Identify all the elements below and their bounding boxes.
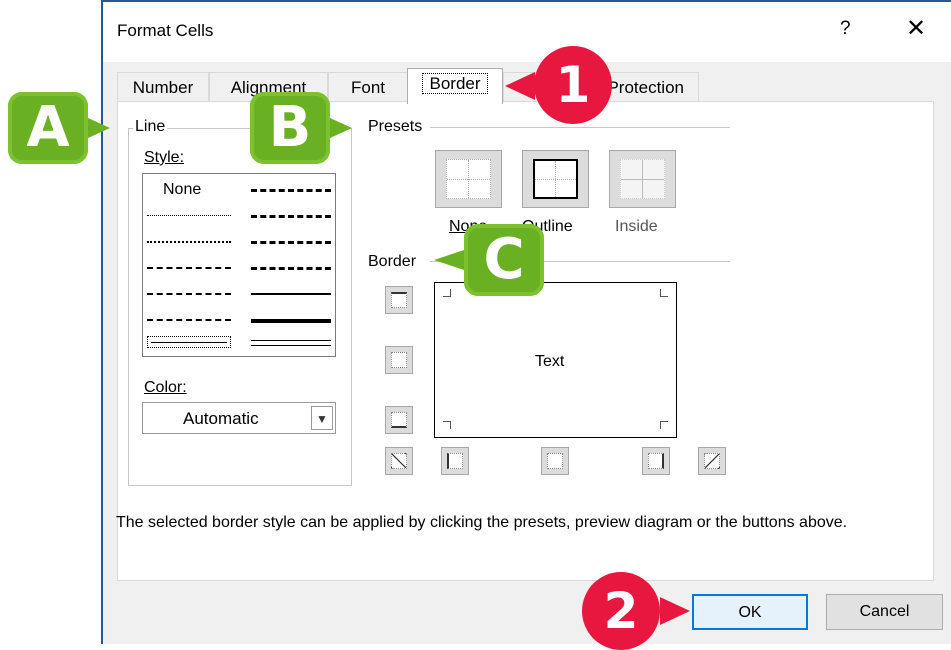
border-preview[interactable]: Text bbox=[434, 282, 677, 438]
corner-mark-tr bbox=[660, 289, 668, 297]
callout-c: C bbox=[464, 224, 544, 296]
preset-outline-button[interactable] bbox=[522, 150, 589, 208]
preview-text: Text bbox=[535, 353, 565, 370]
tab-number[interactable]: Number bbox=[117, 72, 209, 102]
preset-none-button[interactable] bbox=[435, 150, 502, 208]
presets-group-label: Presets bbox=[366, 118, 425, 136]
description-text: The selected border style can be applied… bbox=[116, 514, 848, 531]
style-label: Style: bbox=[144, 149, 185, 166]
corner-mark-tl bbox=[443, 289, 451, 297]
line-style-double[interactable] bbox=[251, 340, 331, 346]
preset-inside-icon bbox=[620, 159, 665, 199]
color-dropdown[interactable]: Automatic ▼ bbox=[142, 402, 336, 434]
border-diagonal-up-button[interactable] bbox=[385, 447, 413, 475]
callout-b: B bbox=[250, 92, 330, 164]
title-bar bbox=[101, 0, 951, 62]
corner-mark-br bbox=[660, 421, 668, 429]
cancel-button[interactable]: Cancel bbox=[826, 594, 943, 630]
line-style-med-dashed[interactable] bbox=[251, 267, 331, 270]
diagonal-down-icon bbox=[704, 453, 720, 469]
preset-none-icon bbox=[446, 159, 491, 199]
border-bottom-button[interactable] bbox=[385, 406, 413, 434]
border-inside-vertical-icon bbox=[547, 453, 563, 469]
border-bottom-icon bbox=[391, 412, 407, 428]
tab-border-label: Border bbox=[422, 73, 488, 94]
callout-1: 1 bbox=[534, 46, 612, 124]
line-style-none[interactable]: None bbox=[163, 181, 201, 199]
line-style-medium[interactable] bbox=[251, 293, 331, 295]
border-middle-button[interactable] bbox=[385, 346, 413, 374]
line-style-hair[interactable] bbox=[147, 215, 231, 216]
line-style-slanted-dash-dot[interactable] bbox=[251, 215, 331, 218]
callout-a-pointer bbox=[88, 118, 110, 138]
ok-button[interactable]: OK bbox=[692, 594, 808, 630]
line-style-dash-dot[interactable] bbox=[147, 293, 231, 295]
presets-divider bbox=[430, 127, 730, 128]
border-top-icon bbox=[391, 292, 407, 308]
callout-c-pointer bbox=[434, 250, 464, 270]
line-style-med-dash-dot-dot[interactable] bbox=[251, 189, 331, 192]
diagonal-up-icon bbox=[391, 453, 407, 469]
line-style-dotted[interactable] bbox=[147, 241, 231, 243]
line-style-dashed[interactable] bbox=[147, 319, 231, 321]
preset-outline-icon bbox=[533, 159, 578, 199]
callout-1-pointer bbox=[505, 72, 535, 100]
border-center-button[interactable] bbox=[541, 447, 569, 475]
line-style-med-dash-dot[interactable] bbox=[251, 241, 331, 244]
line-style-list[interactable]: None bbox=[142, 173, 336, 357]
border-top-button[interactable] bbox=[385, 286, 413, 314]
line-style-dash-dot-dot[interactable] bbox=[147, 267, 231, 269]
chevron-down-icon[interactable]: ▼ bbox=[311, 406, 333, 430]
help-button[interactable]: ? bbox=[840, 18, 851, 40]
preset-inside-label: Inside bbox=[615, 218, 658, 235]
line-style-thin[interactable] bbox=[151, 342, 227, 343]
border-inside-horizontal-icon bbox=[391, 352, 407, 368]
border-right-button[interactable] bbox=[642, 447, 670, 475]
border-left-icon bbox=[447, 453, 463, 469]
dialog-title: Format Cells bbox=[117, 21, 214, 40]
corner-mark-bl bbox=[443, 421, 451, 429]
line-group-label: Line bbox=[133, 118, 168, 136]
color-label: Color: bbox=[144, 379, 187, 396]
callout-2: 2 bbox=[582, 572, 660, 650]
callout-b-pointer bbox=[330, 118, 352, 138]
tab-font[interactable]: Font bbox=[328, 72, 408, 102]
border-group-label: Border bbox=[366, 253, 419, 271]
border-left-button[interactable] bbox=[441, 447, 469, 475]
callout-2-pointer bbox=[660, 597, 690, 625]
color-value: Automatic bbox=[183, 409, 259, 428]
border-right-icon bbox=[648, 453, 664, 469]
line-style-thick[interactable] bbox=[251, 319, 331, 323]
tab-border[interactable]: Border bbox=[407, 68, 503, 104]
border-diagonal-down-button[interactable] bbox=[698, 447, 726, 475]
close-button[interactable]: ✕ bbox=[906, 14, 926, 42]
preset-inside-button[interactable] bbox=[609, 150, 676, 208]
callout-a: A bbox=[8, 92, 88, 164]
